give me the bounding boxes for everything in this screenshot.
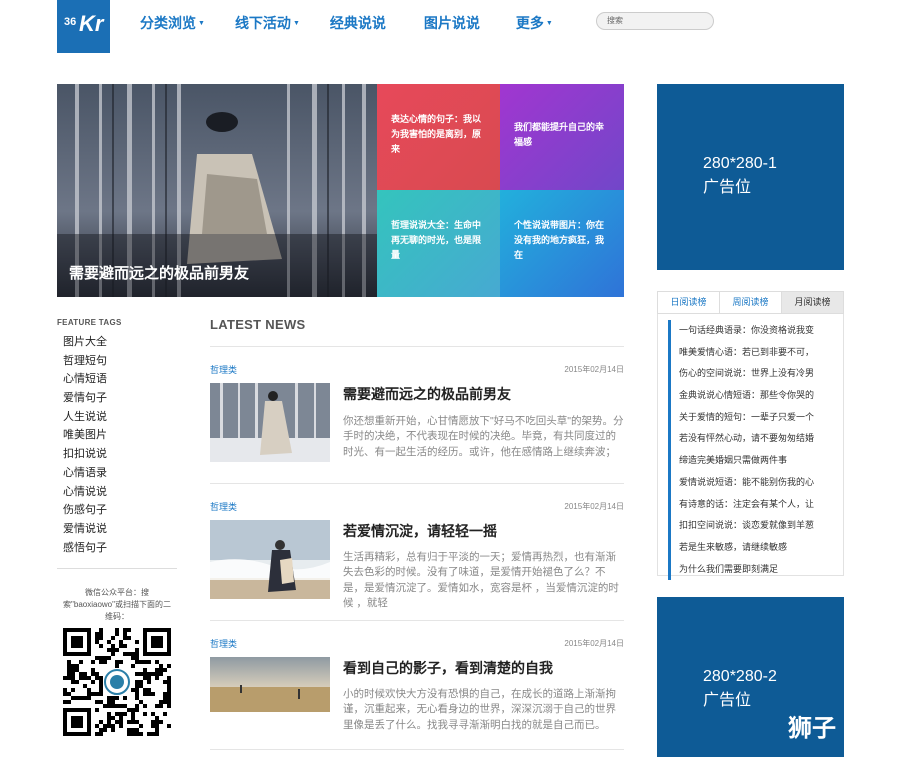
feature-tile-3[interactable]: 哲理说说大全：生命中再无聊的时光，也是限量 [377, 190, 501, 297]
feature-tile-1[interactable]: 表达心情的句子：我以为我害怕的是离别，原来 [377, 84, 501, 191]
tag-link[interactable]: 感悟句子 [63, 539, 107, 558]
tag-link[interactable]: 唯美图片 [63, 426, 107, 445]
tab-daily[interactable]: 日阅读榜 [658, 292, 720, 313]
tag-link[interactable]: 心情说说 [63, 483, 107, 502]
section-divider [210, 483, 624, 484]
news-title[interactable]: 看到自己的影子，看到清楚的自我 [343, 658, 553, 678]
list-item[interactable]: 唯美爱情心语：若已到非要不可， [668, 341, 843, 364]
news-excerpt: 生活再精彩，总有归于平淡的一天；爱情再热烈，也有渐渐失去色彩的时候。没有了味道，… [343, 551, 619, 609]
list-item[interactable]: 一句话经典语录：你没资格说我变 [668, 320, 843, 342]
list-item[interactable]: 有诗意的话：注定会有某个人，让 [668, 493, 843, 516]
tab-monthly[interactable]: 月阅读榜 [782, 292, 843, 313]
hero-title: 需要避而远之的极品前男友 [69, 265, 250, 282]
watermark: 狮子 [788, 713, 836, 742]
tag-link[interactable]: 爱情句子 [63, 389, 107, 408]
list-item[interactable]: 爱情说说短语：能不能别伤我的心 [668, 471, 843, 494]
logo-letter: Kr [79, 11, 104, 36]
list-item[interactable]: 若是生来敏感，请继续敏感 [668, 536, 843, 559]
news-image [210, 520, 330, 599]
news-excerpt: 你还想重新开始，心甘情愿放下"好马不吃回头草"的架势。分手时的决绝，不代表现在时… [343, 415, 624, 458]
section-divider [210, 749, 624, 750]
logo-number: 36 [64, 16, 77, 28]
news-title[interactable]: 若爱情沉淀，请轻轻一摇 [343, 521, 497, 541]
tag-link[interactable]: 人生说说 [63, 408, 107, 427]
news-excerpt: 小的时候欢快大方没有恐惧的自己，在成长的道路上渐渐拘谨，沉重起来，无心看身边的世… [343, 688, 616, 731]
site-logo[interactable]: 36 Kr [57, 0, 110, 53]
nav-item-more[interactable]: 更多 ▼ [516, 13, 553, 33]
news-image [210, 657, 330, 712]
news-category[interactable]: 哲理类 [210, 637, 237, 650]
list-item[interactable]: 缔造完美婚姻只需做两件事 [668, 450, 843, 472]
nav-item-categories[interactable]: 分类浏览 ▼ [140, 13, 205, 33]
ad-banner-1[interactable]: 280*280-1 广告位 [657, 84, 844, 270]
tag-link[interactable]: 心情短语 [63, 370, 107, 389]
feature-tile-2[interactable]: 我们都能提升自己的幸福感 [500, 84, 624, 191]
feature-tile-4[interactable]: 个性说说带图片：你在没有我的地方疯狂，我在 [500, 190, 624, 297]
sidebar-divider [57, 568, 177, 569]
caret-down-icon: ▼ [292, 19, 300, 27]
feature-tags-list: 图片大全 哲理短句 心情短语 爱情句子 人生说说 唯美图片 扣扣说说 心情语录 … [63, 333, 107, 557]
feature-tags-title: FEATURE TAGS [57, 318, 122, 327]
nav-item-classic[interactable]: 经典说说 [330, 13, 386, 33]
news-thumbnail[interactable] [210, 657, 330, 712]
tag-link[interactable]: 爱情说说 [63, 520, 107, 539]
caret-down-icon: ▼ [545, 19, 553, 27]
search-input[interactable]: 搜索 [596, 12, 714, 30]
tag-link[interactable]: 伤感句子 [63, 501, 107, 520]
nav-item-events[interactable]: 线下活动 ▼ [235, 13, 300, 33]
tag-link[interactable]: 哲理短句 [63, 352, 107, 371]
qr-code [63, 628, 171, 736]
news-image [210, 383, 330, 462]
news-thumbnail[interactable] [210, 383, 330, 462]
news-category[interactable]: 哲理类 [210, 500, 237, 513]
section-divider [210, 346, 624, 347]
news-title[interactable]: 需要避而远之的极品前男友 [343, 384, 511, 404]
list-item[interactable]: 金典说说心情短语：那些令你哭的 [668, 385, 843, 407]
ranking-list: 一句话经典语录：你没资格说我变 唯美爱情心语：若已到非要不可， 伤心的空间说说：… [657, 314, 844, 581]
news-category[interactable]: 哲理类 [210, 363, 237, 376]
wechat-hint: 微信公众平台：搜索"baoxiaowo"或扫描下面的二维码： [63, 588, 171, 621]
news-thumbnail[interactable] [210, 520, 330, 599]
tag-link[interactable]: 心情语录 [63, 464, 107, 483]
tag-link[interactable]: 图片大全 [63, 333, 107, 352]
latest-news-title: LATEST NEWS [210, 317, 306, 332]
main-nav: 分类浏览 ▼ 线下活动 ▼ 经典说说 图片说说 更多 ▼ [140, 13, 581, 33]
news-date: 2015年02月14日 [564, 639, 624, 648]
hero-banner[interactable]: 需要避而远之的极品前男友 [57, 84, 377, 297]
caret-down-icon: ▼ [198, 19, 205, 27]
section-divider [210, 620, 624, 621]
list-item[interactable]: 扣扣空间说说：谈恋爱就像到羊葱 [668, 515, 843, 537]
news-date: 2015年02月14日 [564, 502, 624, 511]
ranking-tabs: 日阅读榜 周阅读榜 月阅读榜 [657, 291, 844, 314]
tag-link[interactable]: 扣扣说说 [63, 445, 107, 464]
list-item[interactable]: 关于爱情的短句：一辈子只爱一个 [668, 406, 843, 429]
list-item[interactable]: 伤心的空间说说：世界上没有冷男 [668, 363, 843, 386]
list-item[interactable]: 为什么我们需要即刻满足 [668, 558, 843, 581]
tab-weekly[interactable]: 周阅读榜 [720, 292, 782, 313]
nav-item-pictures[interactable]: 图片说说 [424, 13, 480, 33]
list-item[interactable]: 若没有怦然心动，请不要匆匆结婚 [668, 428, 843, 451]
news-date: 2015年02月14日 [564, 365, 624, 374]
